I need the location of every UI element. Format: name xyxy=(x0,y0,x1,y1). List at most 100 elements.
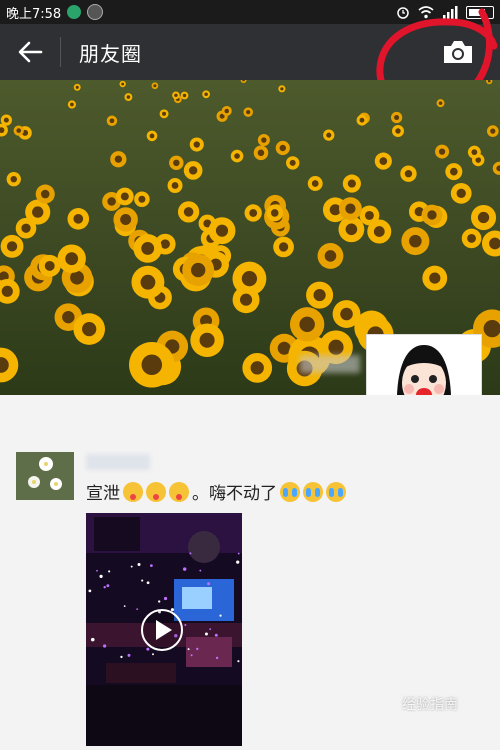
sunflower-center xyxy=(141,354,163,376)
light-dot xyxy=(123,605,126,607)
back-button[interactable] xyxy=(0,24,60,80)
sunflower-center xyxy=(204,92,208,97)
sunflower-center xyxy=(107,197,116,206)
crying-emoji-icon xyxy=(326,481,346,502)
sunflower-center xyxy=(183,207,194,217)
sunflower-center xyxy=(404,170,413,178)
sunflower-center xyxy=(171,182,179,189)
sunflower-center xyxy=(1,285,13,297)
sunflower-center xyxy=(345,203,356,214)
light-dot xyxy=(199,569,202,572)
light-dot xyxy=(207,582,211,586)
cover-username-blurred xyxy=(300,355,360,373)
sunflower-center xyxy=(427,210,437,220)
sunflower-center xyxy=(345,223,358,236)
tongue-out-emoji-icon xyxy=(123,481,143,502)
light-dot xyxy=(137,563,141,567)
light-dot xyxy=(103,644,107,648)
sunflower-center xyxy=(32,206,44,218)
post-text-start: 宣泄 xyxy=(86,484,120,504)
sunflower-center xyxy=(120,213,132,225)
sunflower-center xyxy=(450,167,458,176)
sunflower-center xyxy=(347,179,356,188)
light-dot xyxy=(99,574,103,578)
light-dot xyxy=(103,585,106,589)
sunflower-center xyxy=(246,110,251,115)
sunflower-center xyxy=(140,274,156,290)
sunflower-center xyxy=(121,82,125,86)
sunflower-center xyxy=(215,224,229,237)
sunflower-center xyxy=(73,213,84,224)
sunflower-center xyxy=(257,149,265,157)
nav-divider xyxy=(60,37,61,67)
light-dot xyxy=(96,569,98,572)
sunflower-center xyxy=(324,250,337,262)
light-dot xyxy=(106,584,110,588)
sunflower-center xyxy=(162,111,167,116)
post-author-avatar[interactable] xyxy=(16,452,74,500)
sunflower-center xyxy=(174,93,178,97)
light-dot xyxy=(237,552,240,555)
sunflower-center xyxy=(467,234,476,243)
crying-emoji-icon xyxy=(303,481,323,502)
sunflower-center xyxy=(490,128,496,134)
post-author-name-blurred[interactable] xyxy=(86,454,150,470)
watermark: 经验指南 xyxy=(402,697,458,713)
app-notification-icon xyxy=(67,5,82,19)
light-dot xyxy=(90,637,95,642)
sunflower-center xyxy=(328,339,344,355)
sunflower-center xyxy=(313,289,326,302)
light-dot xyxy=(215,656,219,660)
sunflower-center xyxy=(120,192,129,201)
light-dot xyxy=(149,564,153,568)
play-button-icon[interactable] xyxy=(135,608,189,652)
light-dot xyxy=(204,632,208,636)
sunflower-center xyxy=(250,361,264,375)
sunflower-center xyxy=(193,141,200,148)
sunflower-center xyxy=(379,157,388,165)
sunflower-center xyxy=(326,132,332,138)
sunflower-center xyxy=(3,117,9,123)
tongue-out-emoji-icon xyxy=(169,481,189,502)
sunflower-center xyxy=(234,153,240,159)
light-dot xyxy=(236,560,240,564)
sunflower-center xyxy=(188,166,198,175)
sunflower-center xyxy=(40,189,50,199)
sunflower-center xyxy=(82,321,97,337)
light-dot xyxy=(189,552,192,555)
sunflower-center xyxy=(429,272,441,284)
sunflower-center xyxy=(65,252,79,266)
sunflower-center xyxy=(16,128,22,133)
sunflower-center xyxy=(70,102,74,107)
sunflower-center xyxy=(173,159,180,167)
light-dot xyxy=(120,655,123,659)
light-dot xyxy=(196,647,199,651)
sunflower-center xyxy=(199,332,215,348)
light-dot xyxy=(182,567,187,571)
sunflower-center xyxy=(471,149,478,156)
sunflower-center xyxy=(141,242,155,255)
sunflower-center xyxy=(438,101,443,105)
sunflower-center xyxy=(109,118,115,124)
status-time: 晚上7:58 xyxy=(6,6,62,22)
sunflower-center xyxy=(239,293,253,306)
sunflower-center xyxy=(270,209,279,217)
light-dot xyxy=(152,653,154,656)
sunflower-center xyxy=(438,148,446,155)
post-text: 宣泄 。嗨不动了 xyxy=(86,479,346,504)
sunflower-center xyxy=(182,93,187,98)
sunflower-center xyxy=(340,307,353,321)
sunflower-center xyxy=(149,133,155,139)
light-dot xyxy=(141,579,144,582)
sunflower-center xyxy=(359,117,365,123)
light-dot xyxy=(209,628,212,631)
sunflower-center xyxy=(395,128,401,134)
sunflower-center xyxy=(153,84,157,88)
sunflower-center xyxy=(138,195,146,203)
sunflower-center xyxy=(299,316,315,333)
sunflower-center xyxy=(409,234,422,248)
light-dot xyxy=(163,596,168,601)
notification-icon xyxy=(87,4,104,20)
light-dot xyxy=(108,570,111,573)
sunflower-center xyxy=(44,260,55,271)
